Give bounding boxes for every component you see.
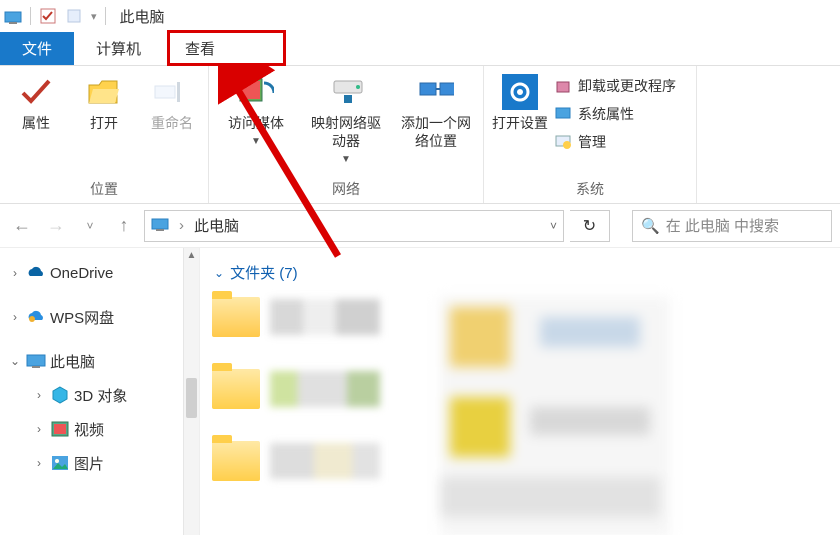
group-label-system: 系统 (484, 179, 696, 199)
refresh-button[interactable]: ↻ (570, 210, 610, 242)
chevron-down-icon: ▼ (341, 154, 351, 165)
ribbon: 属性 打开 重命名 位置 访问媒体 (0, 66, 840, 204)
cloud-icon (26, 263, 46, 283)
chevron-right-icon[interactable]: › (32, 422, 46, 436)
group-label-network: 网络 (209, 179, 483, 199)
blurred-label (270, 443, 380, 479)
address-bar[interactable]: › 此电脑 ˅ (144, 210, 564, 242)
tree-scrollbar[interactable]: ▲ (183, 248, 199, 535)
chevron-right-icon[interactable]: › (32, 388, 46, 402)
folder-item[interactable] (212, 297, 380, 337)
group-label-location: 位置 (0, 179, 208, 199)
rename-button[interactable]: 重命名 (144, 70, 200, 132)
monitor-icon (554, 105, 572, 123)
tree-item-thispc[interactable]: ⌄ 此电脑 (4, 344, 199, 378)
system-properties-button[interactable]: 系统属性 (554, 104, 676, 124)
blurred-items (440, 297, 670, 535)
cube-icon (50, 385, 70, 405)
settings-gear-icon (502, 74, 538, 110)
box-icon (554, 77, 572, 95)
title-bar: ▾ 此电脑 (0, 0, 840, 32)
separator (30, 7, 31, 25)
checkmark-icon (18, 74, 54, 110)
main-split: › OneDrive › WPS网盘 ⌄ 此电脑 › 3D 对象 › 视频 › (0, 248, 840, 535)
tree-item-videos[interactable]: › 视频 (4, 412, 199, 446)
manage-button[interactable]: 管理 (554, 132, 676, 152)
blurred-label (270, 371, 380, 407)
chevron-down-icon[interactable]: ⌄ (8, 354, 22, 368)
folder-icon (212, 441, 260, 481)
add-network-location-button[interactable]: 添加一个网络位置 (397, 70, 475, 165)
nav-up-button[interactable]: ↑ (110, 212, 138, 240)
map-drive-button[interactable]: 映射网络驱动器 ▼ (307, 70, 385, 165)
video-icon (50, 419, 70, 439)
chevron-right-icon[interactable]: › (32, 456, 46, 470)
pc-icon (151, 215, 169, 237)
scroll-thumb[interactable] (186, 378, 197, 418)
properties-button[interactable]: 属性 (8, 70, 64, 132)
search-placeholder: 在 此电脑 中搜索 (666, 215, 779, 236)
qat-chevron-icon[interactable]: ▾ (91, 10, 97, 23)
pc-icon (26, 351, 46, 371)
tree-item-onedrive[interactable]: › OneDrive (4, 256, 199, 290)
navigation-tree: › OneDrive › WPS网盘 ⌄ 此电脑 › 3D 对象 › 视频 › (0, 248, 200, 535)
ribbon-group-network: 访问媒体 ▼ 映射网络驱动器 ▼ 添加一个网络位置 网络 (209, 66, 484, 203)
rename-icon (154, 74, 190, 110)
window-title: 此电脑 (120, 6, 165, 27)
search-icon: 🔍 (641, 217, 660, 235)
access-media-button[interactable]: 访问媒体 ▼ (217, 70, 295, 165)
tree-item-pictures[interactable]: › 图片 (4, 446, 199, 480)
tab-file[interactable]: 文件 (0, 32, 74, 65)
network-location-icon (418, 74, 454, 110)
tree-item-wps[interactable]: › WPS网盘 (4, 300, 199, 334)
qat-dropdown-icon[interactable] (65, 7, 83, 25)
folders-group-header[interactable]: ⌄ 文件夹 (7) (214, 262, 828, 283)
cloud-icon (26, 307, 46, 327)
path-segment[interactable]: 此电脑 (194, 215, 239, 236)
media-icon (238, 74, 274, 110)
chevron-down-icon: ▼ (251, 136, 261, 147)
tab-view[interactable]: 查看 (163, 32, 237, 65)
ribbon-group-system: 打开设置 卸载或更改程序 系统属性 管理 系统 (484, 66, 697, 203)
app-icon (4, 7, 22, 25)
path-chevron-icon[interactable]: › (175, 217, 188, 234)
chevron-right-icon[interactable]: › (8, 310, 22, 324)
nav-forward-button[interactable]: → (42, 212, 70, 240)
folder-open-icon (86, 74, 122, 110)
folder-icon (212, 369, 260, 409)
uninstall-programs-button[interactable]: 卸载或更改程序 (554, 76, 676, 96)
pictures-icon (50, 453, 70, 473)
ribbon-tabs: 文件 计算机 查看 (0, 32, 840, 66)
nav-back-button[interactable]: ← (8, 212, 36, 240)
navigation-toolbar: ← → ˅ ↑ › 此电脑 ˅ ↻ 🔍 在 此电脑 中搜索 (0, 204, 840, 248)
manage-icon (554, 133, 572, 151)
content-pane: ⌄ 文件夹 (7) (200, 248, 840, 535)
blurred-label (270, 299, 380, 335)
open-settings-button[interactable]: 打开设置 (492, 70, 548, 132)
nav-recent-dropdown[interactable]: ˅ (76, 212, 104, 240)
folder-item[interactable] (212, 441, 380, 481)
scroll-up-icon[interactable]: ▲ (186, 250, 197, 264)
address-dropdown-icon[interactable]: ˅ (550, 219, 557, 233)
ribbon-group-location: 属性 打开 重命名 位置 (0, 66, 209, 203)
drive-network-icon (328, 74, 364, 110)
open-button[interactable]: 打开 (76, 70, 132, 132)
chevron-down-icon: ⌄ (214, 266, 224, 280)
folder-icon (212, 297, 260, 337)
separator (105, 7, 106, 25)
qat-properties-icon[interactable] (39, 7, 57, 25)
tree-item-3d-objects[interactable]: › 3D 对象 (4, 378, 199, 412)
folder-item[interactable] (212, 369, 380, 409)
tab-computer[interactable]: 计算机 (74, 32, 163, 65)
chevron-right-icon[interactable]: › (8, 266, 22, 280)
search-input[interactable]: 🔍 在 此电脑 中搜索 (632, 210, 832, 242)
